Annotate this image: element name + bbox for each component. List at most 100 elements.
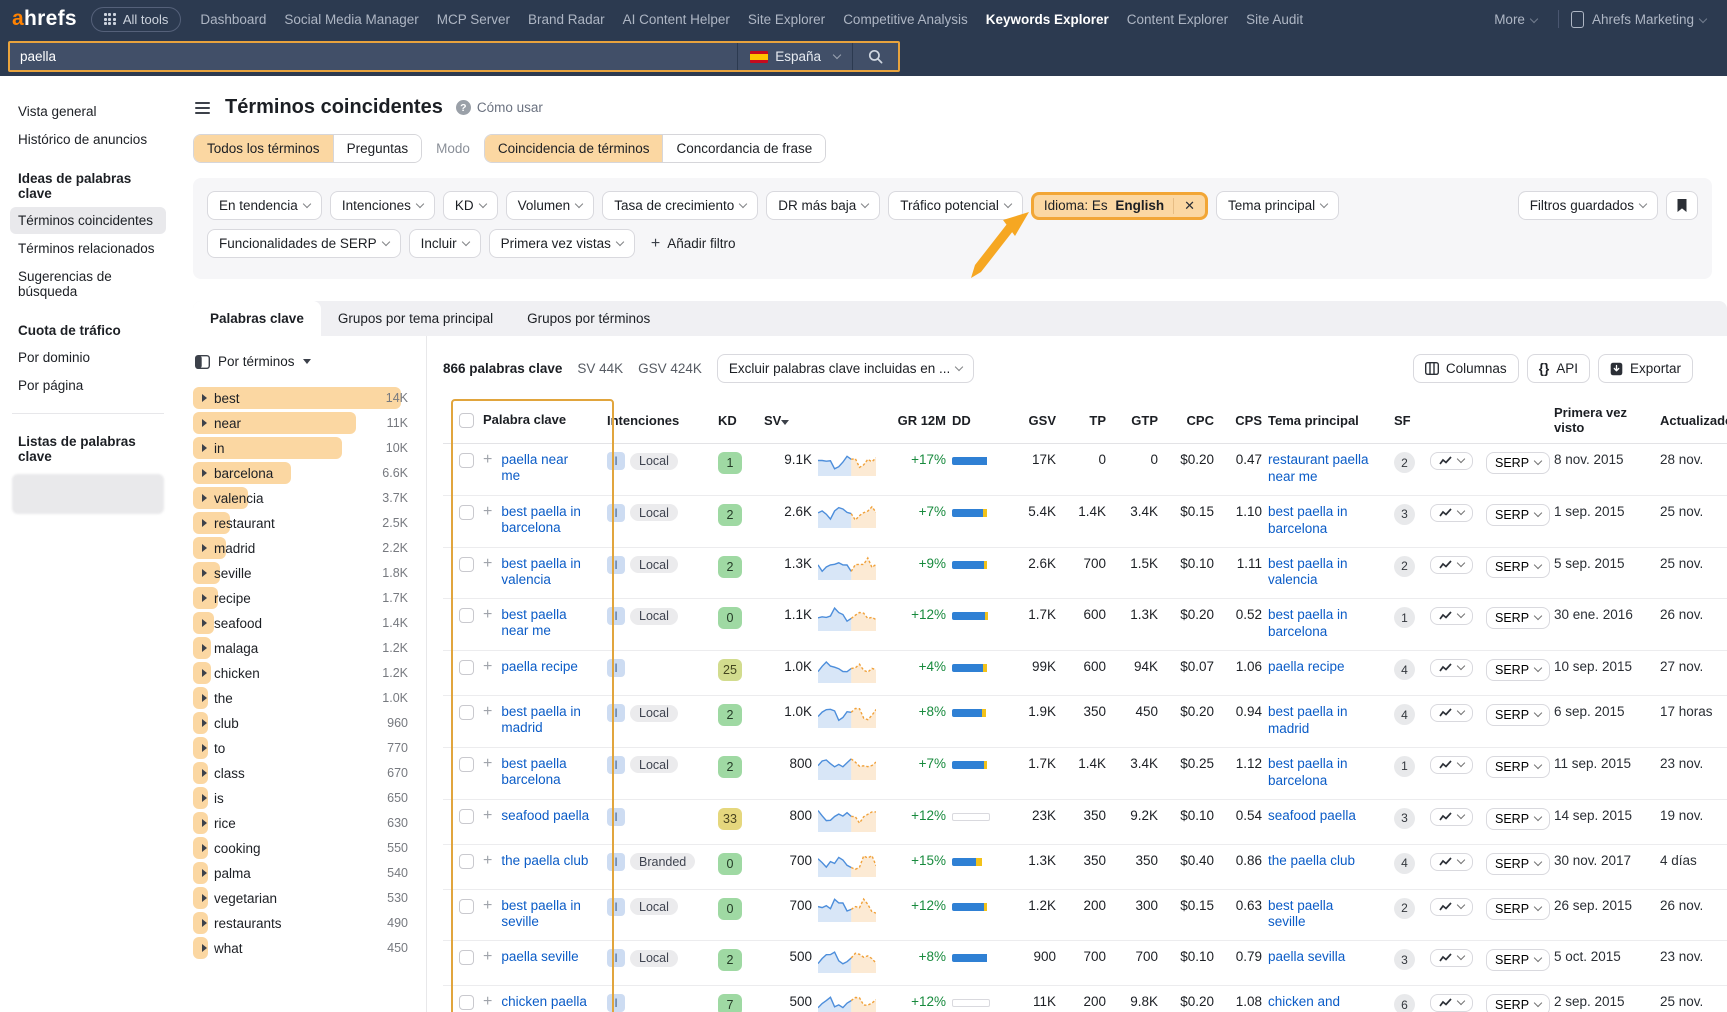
row-checkbox[interactable] bbox=[459, 854, 474, 869]
filter-intenciones[interactable]: Intenciones bbox=[330, 191, 435, 220]
parent-topic-link[interactable]: restaurant paella near me bbox=[1268, 452, 1373, 486]
filter-en-tendencia[interactable]: En tendencia bbox=[207, 191, 322, 220]
segment-todos-los-términos[interactable]: Todos los términos bbox=[194, 135, 333, 162]
close-icon[interactable]: ✕ bbox=[1173, 198, 1205, 214]
columns-button[interactable]: Columnas bbox=[1413, 354, 1519, 383]
serp-dropdown-button[interactable]: SERP bbox=[1486, 808, 1550, 830]
add-to-list-icon[interactable]: + bbox=[483, 756, 492, 771]
keyword-link[interactable]: best paella barcelona bbox=[501, 756, 589, 788]
position-history-button[interactable] bbox=[1430, 504, 1473, 522]
filter-primera-vez-vistas[interactable]: Primera vez vistas bbox=[489, 229, 635, 258]
filter-dr-más-baja[interactable]: DR más baja bbox=[766, 191, 880, 220]
term-row-recipe[interactable]: recipe1.7K bbox=[193, 586, 414, 610]
parent-topic-link[interactable]: best paella in barcelona bbox=[1268, 504, 1373, 538]
parent-topic-link[interactable]: paella recipe bbox=[1268, 659, 1345, 676]
filter-volumen[interactable]: Volumen bbox=[506, 191, 595, 220]
expand-icon[interactable] bbox=[202, 519, 207, 527]
term-row-near[interactable]: near11K bbox=[193, 411, 414, 435]
expand-icon[interactable] bbox=[202, 594, 207, 602]
tab-palabras-clave[interactable]: Palabras clave bbox=[193, 301, 321, 336]
expand-icon[interactable] bbox=[202, 769, 207, 777]
group-by-terms-control[interactable]: Por términos bbox=[193, 354, 414, 369]
segment-preguntas[interactable]: Preguntas bbox=[333, 135, 422, 162]
expand-icon[interactable] bbox=[202, 494, 207, 502]
position-history-button[interactable] bbox=[1430, 452, 1473, 470]
all-tools-button[interactable]: All tools bbox=[91, 7, 182, 32]
keyword-link[interactable]: seafood paella bbox=[501, 808, 589, 824]
position-history-button[interactable] bbox=[1430, 704, 1473, 722]
ahrefs-logo[interactable]: ahrefs bbox=[12, 7, 77, 31]
keyword-link[interactable]: best paella in valencia bbox=[501, 556, 589, 588]
filter-tema-principal[interactable]: Tema principal bbox=[1216, 191, 1339, 220]
nav-item-site-audit[interactable]: Site Audit bbox=[1237, 12, 1312, 27]
expand-icon[interactable] bbox=[202, 469, 207, 477]
tab-grupos-por-términos[interactable]: Grupos por términos bbox=[510, 301, 667, 336]
term-row-madrid[interactable]: madrid2.2K bbox=[193, 536, 414, 560]
term-row-seafood[interactable]: seafood1.4K bbox=[193, 611, 414, 635]
expand-icon[interactable] bbox=[202, 544, 207, 552]
row-checkbox[interactable] bbox=[459, 608, 474, 623]
add-to-list-icon[interactable]: + bbox=[483, 607, 492, 622]
add-to-list-icon[interactable]: + bbox=[483, 556, 492, 571]
nav-item-social-media-manager[interactable]: Social Media Manager bbox=[275, 12, 427, 27]
expand-icon[interactable] bbox=[202, 844, 207, 852]
filter-filtros-guardados[interactable]: Filtros guardados bbox=[1518, 191, 1658, 220]
filter-tráfico-potencial[interactable]: Tráfico potencial bbox=[888, 191, 1023, 220]
exclude-keywords-dropdown[interactable]: Excluir palabras clave incluidas en ... bbox=[717, 354, 974, 383]
row-checkbox[interactable] bbox=[459, 705, 474, 720]
expand-icon[interactable] bbox=[202, 694, 207, 702]
expand-icon[interactable] bbox=[202, 894, 207, 902]
serp-dropdown-button[interactable]: SERP bbox=[1486, 756, 1550, 778]
serp-dropdown-button[interactable]: SERP bbox=[1486, 994, 1550, 1012]
add-to-list-icon[interactable]: + bbox=[483, 452, 492, 467]
nav-item-site-explorer[interactable]: Site Explorer bbox=[739, 12, 834, 27]
sidebar-item-histórico-de-anuncios[interactable]: Histórico de anuncios bbox=[10, 126, 166, 153]
nav-item-mcp-server[interactable]: MCP Server bbox=[428, 12, 519, 27]
nav-item-brand-radar[interactable]: Brand Radar bbox=[519, 12, 614, 27]
position-history-button[interactable] bbox=[1430, 949, 1473, 967]
segment-coincidencia-de-términos[interactable]: Coincidencia de términos bbox=[485, 135, 663, 162]
keyword-link[interactable]: paella recipe bbox=[501, 659, 578, 675]
row-checkbox[interactable] bbox=[459, 757, 474, 772]
add-to-list-icon[interactable]: + bbox=[483, 704, 492, 719]
language-filter-chip[interactable]: Idioma: Es English✕ bbox=[1031, 192, 1208, 220]
add-to-list-icon[interactable]: + bbox=[483, 808, 492, 823]
row-checkbox[interactable] bbox=[459, 660, 474, 675]
filter-incluir[interactable]: Incluir bbox=[409, 229, 481, 258]
position-history-button[interactable] bbox=[1430, 556, 1473, 574]
expand-icon[interactable] bbox=[202, 419, 207, 427]
keyword-link[interactable]: best paella in madrid bbox=[501, 704, 589, 736]
serp-dropdown-button[interactable]: SERP bbox=[1486, 504, 1550, 526]
serp-dropdown-button[interactable]: SERP bbox=[1486, 659, 1550, 681]
term-row-seville[interactable]: seville1.8K bbox=[193, 561, 414, 585]
position-history-button[interactable] bbox=[1430, 659, 1473, 677]
sidebar-item-por-dominio[interactable]: Por dominio bbox=[10, 344, 166, 371]
row-checkbox[interactable] bbox=[459, 899, 474, 914]
tab-grupos-por-tema-principal[interactable]: Grupos por tema principal bbox=[321, 301, 510, 336]
term-row-cooking[interactable]: cooking550 bbox=[193, 836, 414, 860]
expand-icon[interactable] bbox=[202, 944, 207, 952]
search-button[interactable] bbox=[852, 43, 898, 70]
serp-dropdown-button[interactable]: SERP bbox=[1486, 949, 1550, 971]
add-to-list-icon[interactable]: + bbox=[483, 659, 492, 674]
term-row-best[interactable]: best14K bbox=[193, 386, 414, 410]
country-selector[interactable]: España bbox=[737, 43, 852, 70]
parent-topic-link[interactable]: best paella in barcelona bbox=[1268, 607, 1373, 641]
expand-icon[interactable] bbox=[202, 719, 207, 727]
keyword-link[interactable]: best paella in seville bbox=[501, 898, 589, 930]
sidebar-item-términos-relacionados[interactable]: Términos relacionados bbox=[10, 235, 166, 262]
segment-concordancia-de-frase[interactable]: Concordancia de frase bbox=[662, 135, 825, 162]
term-row-the[interactable]: the1.0K bbox=[193, 686, 414, 710]
nav-item-content-explorer[interactable]: Content Explorer bbox=[1118, 12, 1237, 27]
select-all-checkbox[interactable] bbox=[459, 413, 474, 428]
term-row-class[interactable]: class670 bbox=[193, 761, 414, 785]
filter-tasa-de-crecimiento[interactable]: Tasa de crecimiento bbox=[602, 191, 758, 220]
saved-filters-bookmark-button[interactable] bbox=[1666, 191, 1698, 220]
hamburger-icon[interactable] bbox=[193, 100, 212, 116]
term-row-restaurant[interactable]: restaurant2.5K bbox=[193, 511, 414, 535]
nav-item-dashboard[interactable]: Dashboard bbox=[191, 12, 275, 27]
api-button[interactable]: {} API bbox=[1527, 354, 1590, 383]
parent-topic-link[interactable]: the paella club bbox=[1268, 853, 1355, 870]
nav-item-ai-content-helper[interactable]: AI Content Helper bbox=[614, 12, 739, 27]
position-history-button[interactable] bbox=[1430, 898, 1473, 916]
